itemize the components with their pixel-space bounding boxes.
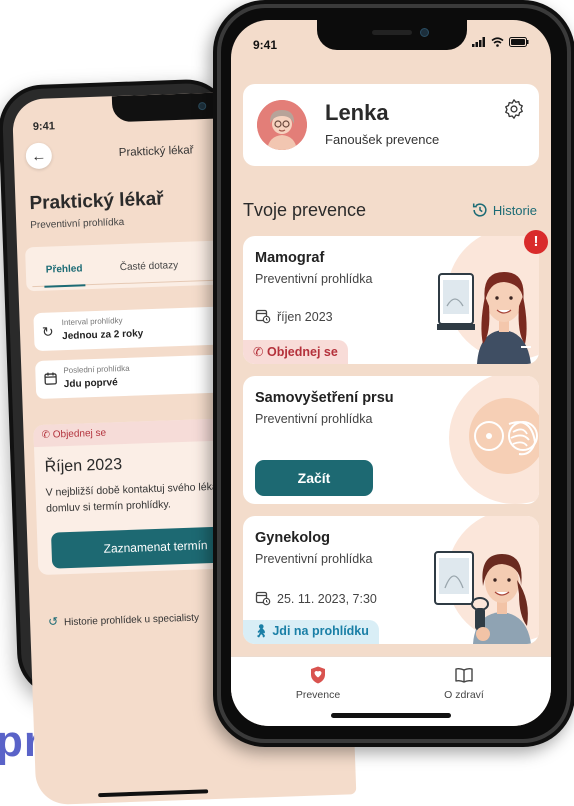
- shield-icon: [308, 665, 328, 685]
- page-subtitle: Preventivní prohlídka: [30, 217, 124, 231]
- walking-icon: 🚶︎: [253, 624, 269, 638]
- tab-caste-dotazy[interactable]: Časté dotazy: [120, 260, 179, 273]
- phone-icon: ✆: [253, 345, 263, 359]
- calendar-clock-icon: [255, 590, 271, 606]
- card-date: 25. 11. 2023, 7:30: [255, 590, 377, 606]
- history-icon: [471, 201, 489, 219]
- phone-icon: ✆: [41, 430, 50, 441]
- history-link-label: Historie: [493, 203, 537, 218]
- last-visit-value: Jdu poprvé: [64, 377, 118, 390]
- bottom-tab-bar: Prevence O zdraví: [231, 656, 551, 726]
- card-date-text: 25. 11. 2023, 7:30: [277, 592, 377, 606]
- tab-o-zdravi[interactable]: O zdraví: [419, 665, 509, 701]
- card-subtitle: Preventivní prohlídka: [255, 272, 372, 286]
- avatar: [257, 100, 307, 150]
- interval-label: Interval prohlídky: [62, 316, 123, 327]
- prevention-card-gynekolog[interactable]: Gynekolog Preventivní prohlídka 25. 11. …: [243, 516, 539, 644]
- card-subtitle: Preventivní prohlídka: [255, 412, 372, 426]
- signal-icon: [472, 37, 486, 47]
- camera-icon: [420, 28, 429, 37]
- settings-button[interactable]: [503, 98, 525, 120]
- tab-o-zdravi-label: O zdraví: [444, 689, 484, 701]
- refresh-icon: ↻: [42, 323, 54, 340]
- home-indicator: [331, 713, 451, 718]
- last-visit-label: Poslední prohlídka: [63, 364, 130, 375]
- book-icon: [454, 665, 474, 685]
- front-phone-screen: 9:41 Lenka Fanoušek prevence: [231, 20, 551, 726]
- card-date-text: říjen 2023: [277, 310, 333, 324]
- arrow-left-icon: ←: [31, 147, 47, 165]
- card-title: Mamograf: [255, 250, 324, 266]
- wifi-icon: [491, 37, 504, 47]
- history-link[interactable]: ↺ Historie prohlídek u specialisty: [48, 610, 199, 629]
- status-icons: [472, 37, 529, 50]
- front-phone: 9:41 Lenka Fanoušek prevence: [213, 0, 574, 747]
- gear-icon: [503, 98, 525, 120]
- nav-title: Praktický lékař: [119, 144, 194, 159]
- speaker: [372, 30, 412, 35]
- order-month: Říjen 2023: [44, 456, 122, 477]
- history-link-label: Historie prohlídek u specialisty: [64, 613, 199, 629]
- profile-name: Lenka: [325, 100, 389, 126]
- prevention-card-self-exam[interactable]: Samovyšetření prsu Preventivní prohlídka…: [243, 376, 539, 504]
- battery-icon: [509, 37, 529, 47]
- visit-tag[interactable]: 🚶︎ Jdi na prohlídku: [243, 620, 379, 644]
- alert-badge: !: [524, 230, 548, 254]
- order-tag-label: Objednej se: [267, 345, 338, 359]
- card-title: Gynekolog: [255, 530, 330, 546]
- card-date: říjen 2023: [255, 308, 333, 324]
- self-exam-illustration: [427, 376, 539, 504]
- section-title: Tvoje prevence: [243, 200, 366, 221]
- tab-prevence-label: Prevence: [296, 689, 340, 701]
- history-link[interactable]: Historie: [471, 201, 537, 219]
- status-time: 9:41: [253, 38, 277, 52]
- order-tag[interactable]: ✆ Objednej se: [243, 340, 348, 364]
- tab-prehled[interactable]: Přehled: [46, 263, 83, 275]
- card-subtitle: Preventivní prohlídka: [255, 552, 372, 566]
- notch: [317, 20, 467, 50]
- camera-icon: [198, 102, 206, 110]
- prevention-card-mamograf[interactable]: Mamograf Preventivní prohlídka říjen 202…: [243, 236, 539, 364]
- page-title: Praktický lékař: [29, 189, 164, 216]
- order-badge-label: Objednej se: [53, 428, 107, 441]
- visit-tag-label: Jdi na prohlídku: [272, 624, 369, 638]
- tab-prevence[interactable]: Prevence: [273, 665, 363, 701]
- back-button[interactable]: ←: [25, 142, 52, 169]
- history-icon: ↺: [48, 614, 59, 628]
- profile-role: Fanoušek prevence: [325, 132, 439, 147]
- calendar-clock-icon: [255, 308, 271, 324]
- profile-card[interactable]: Lenka Fanoušek prevence: [243, 84, 539, 166]
- card-title: Samovyšetření prsu: [255, 390, 394, 406]
- mammogram-illustration: [427, 236, 539, 364]
- calendar-icon: [43, 371, 58, 388]
- interval-value: Jednou za 2 roky: [62, 328, 143, 342]
- gynecologist-illustration: [427, 516, 539, 644]
- status-time: 9:41: [33, 120, 55, 133]
- start-button[interactable]: Začít: [255, 460, 373, 496]
- home-indicator: [98, 789, 208, 797]
